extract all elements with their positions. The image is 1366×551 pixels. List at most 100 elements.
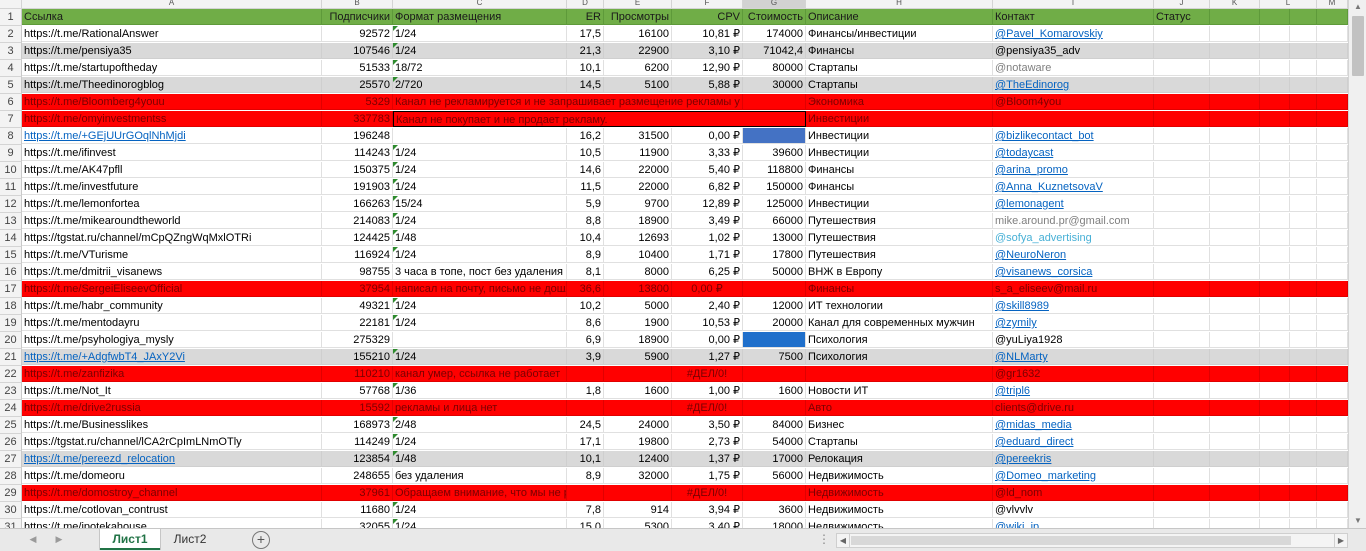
table-cell[interactable]: 8,1	[567, 264, 604, 280]
table-cell[interactable]: 1,27 ₽	[672, 349, 743, 365]
empty-cell[interactable]	[1260, 111, 1290, 127]
table-cell[interactable]: https://t.me/zanfizika	[22, 366, 322, 382]
empty-cell[interactable]	[1260, 315, 1290, 331]
table-cell[interactable]	[1154, 434, 1210, 450]
table-cell[interactable]: 15,0	[567, 519, 604, 528]
table-cell[interactable]: https://t.me/RationalAnswer	[22, 26, 322, 42]
table-cell[interactable]: Стартапы	[806, 60, 993, 76]
table-cell[interactable]: 1/24	[393, 502, 567, 518]
table-cell[interactable]: 32055	[322, 519, 393, 528]
column-header[interactable]: D	[567, 0, 604, 8]
empty-cell[interactable]	[1290, 43, 1317, 59]
table-cell[interactable]: 0,00 ₽	[672, 332, 743, 348]
table-cell[interactable]: 118800	[743, 162, 806, 178]
empty-cell[interactable]	[1260, 451, 1290, 467]
table-cell[interactable]: 6200	[604, 60, 672, 76]
table-cell[interactable]: 37961	[322, 485, 393, 501]
table-cell[interactable]: 12,90 ₽	[672, 60, 743, 76]
table-cell[interactable]	[743, 94, 806, 110]
table-cell[interactable]: 110210	[322, 366, 393, 382]
table-cell[interactable]: https://t.me/investfuture	[22, 179, 322, 195]
empty-cell[interactable]	[1317, 485, 1348, 501]
empty-cell[interactable]	[1210, 26, 1260, 42]
empty-cell[interactable]	[1210, 332, 1260, 348]
table-cell[interactable]	[1154, 247, 1210, 263]
table-cell[interactable]: Психология	[806, 349, 993, 365]
table-cell[interactable]: 15/24	[393, 196, 567, 212]
table-cell[interactable]	[1154, 43, 1210, 59]
table-cell[interactable]: s_a_eliseev@mail.ru	[993, 281, 1154, 297]
empty-cell[interactable]	[1260, 298, 1290, 314]
table-cell[interactable]: Канал для современных мужчин	[806, 315, 993, 331]
table-cell[interactable]: 12693	[604, 230, 672, 246]
empty-cell[interactable]	[1260, 281, 1290, 297]
empty-cell[interactable]	[1290, 128, 1317, 144]
table-cell[interactable]: https://t.me/ipotekahouse	[22, 519, 322, 528]
table-cell[interactable]	[1154, 502, 1210, 518]
empty-cell[interactable]	[1317, 349, 1348, 365]
table-cell[interactable]: @Anna_KuznetsovaV	[993, 179, 1154, 195]
table-cell[interactable]: @zymily	[993, 315, 1154, 331]
empty-cell[interactable]	[1317, 230, 1348, 246]
empty-cell[interactable]	[1290, 451, 1317, 467]
table-cell[interactable]	[1154, 111, 1210, 127]
table-cell[interactable]: @todaycast	[993, 145, 1154, 161]
table-cell[interactable]	[743, 400, 806, 416]
table-cell[interactable]: 1/24	[393, 247, 567, 263]
table-cell[interactable]: 174000	[743, 26, 806, 42]
table-cell[interactable]: 17800	[743, 247, 806, 263]
table-cell[interactable]: 7500	[743, 349, 806, 365]
row-number[interactable]: 5	[0, 77, 22, 94]
empty-cell[interactable]	[1317, 502, 1348, 518]
empty-cell[interactable]	[1317, 145, 1348, 161]
empty-cell[interactable]	[1317, 94, 1348, 110]
empty-cell[interactable]	[1290, 145, 1317, 161]
table-cell[interactable]: 1,00 ₽	[672, 383, 743, 399]
next-sheet-icon[interactable]: ▶	[52, 532, 66, 546]
table-cell[interactable]: 71042,4	[743, 43, 806, 59]
table-cell[interactable]: Недвижимость	[806, 485, 993, 501]
empty-cell[interactable]	[1290, 196, 1317, 212]
table-cell[interactable]	[743, 485, 806, 501]
table-cell[interactable]: 10,1	[567, 451, 604, 467]
table-cell[interactable]	[1154, 94, 1210, 110]
table-cell[interactable]: Подписчики	[322, 9, 393, 25]
table-cell[interactable]: Недвижимость	[806, 468, 993, 484]
table-cell[interactable]: 1/24	[393, 43, 567, 59]
empty-cell[interactable]	[1290, 9, 1317, 25]
table-cell[interactable]: https://t.me/VTurisme	[22, 247, 322, 263]
table-cell[interactable]	[1154, 145, 1210, 161]
column-header[interactable]: I	[993, 0, 1154, 8]
table-cell[interactable]: https://t.me/dmitrii_visanews	[22, 264, 322, 280]
scroll-up-icon[interactable]: ▲	[1349, 0, 1366, 14]
empty-cell[interactable]	[1260, 247, 1290, 263]
table-cell[interactable]: @NLMarty	[993, 349, 1154, 365]
table-cell[interactable]: Инвестиции	[806, 128, 993, 144]
row-number[interactable]: 16	[0, 264, 22, 281]
table-cell[interactable]: 166263	[322, 196, 393, 212]
table-cell[interactable]: 123854	[322, 451, 393, 467]
table-cell[interactable]: @wiki_ip	[993, 519, 1154, 528]
empty-cell[interactable]	[1210, 94, 1260, 110]
table-cell[interactable]	[567, 400, 604, 416]
table-cell[interactable]	[1154, 77, 1210, 93]
empty-cell[interactable]	[1290, 281, 1317, 297]
scroll-down-icon[interactable]: ▼	[1349, 514, 1366, 528]
row-number[interactable]: 17	[0, 281, 22, 298]
table-cell[interactable]: https://t.me/lemonfortea	[22, 196, 322, 212]
empty-cell[interactable]	[1260, 213, 1290, 229]
table-cell[interactable]: https://t.me/Bloomberg4youu	[22, 94, 322, 110]
table-cell[interactable]: 37954	[322, 281, 393, 297]
table-cell[interactable]	[1154, 400, 1210, 416]
empty-cell[interactable]	[1317, 162, 1348, 178]
table-cell[interactable]: clients@drive.ru	[993, 400, 1154, 416]
table-cell[interactable]: https://t.me/AK47pfll	[22, 162, 322, 178]
table-cell[interactable]: 2,73 ₽	[672, 434, 743, 450]
row-number[interactable]: 15	[0, 247, 22, 264]
table-cell[interactable]: https://t.me/omyinvestmentss	[22, 111, 322, 127]
table-cell[interactable]: 191903	[322, 179, 393, 195]
scroll-left-icon[interactable]: ◀	[837, 534, 850, 547]
table-cell[interactable]: 11900	[604, 145, 672, 161]
table-cell[interactable]: Финансы	[806, 162, 993, 178]
table-cell[interactable]: 36,6	[567, 281, 604, 297]
